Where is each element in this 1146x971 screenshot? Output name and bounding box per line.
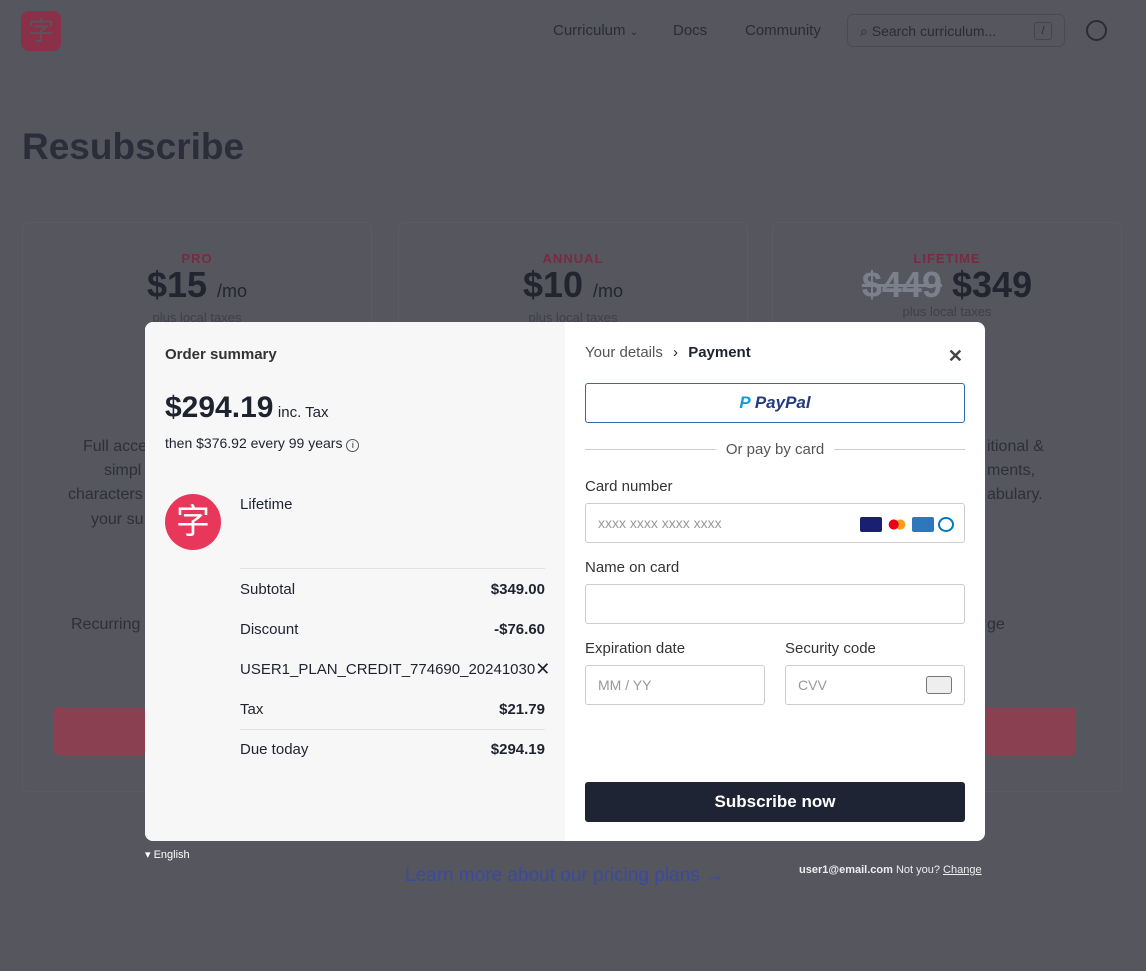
not-you-text: Not you? (895, 864, 940, 876)
language-label: English (153, 849, 190, 861)
cvv-input[interactable]: CVV (785, 665, 965, 705)
paypal-button[interactable]: P PayPal (585, 383, 965, 423)
subtotal-row: Subtotal $349.00 (240, 569, 545, 609)
diners-icon (938, 516, 954, 532)
paypal-icon: P (739, 393, 751, 412)
amex-icon (912, 516, 934, 532)
page-title: Resubscribe (22, 126, 245, 167)
checkout-modal: Order summary $294.19 inc. Tax then $376… (145, 322, 985, 841)
choose-plan-button (985, 707, 1076, 755)
learn-more-link[interactable]: Learn more about our pricing plans → (405, 865, 724, 887)
breadcrumb-payment: Payment (688, 344, 751, 361)
plan-unit: /mo (217, 281, 248, 301)
visa-icon (860, 516, 882, 532)
due-today-row: Due today $294.19 (240, 729, 545, 769)
feature-text: ments, (987, 462, 1036, 479)
subscribe-now-button[interactable]: Subscribe now (585, 782, 965, 822)
nav-label: Curriculum (553, 22, 626, 39)
divider: Or pay by card (585, 441, 965, 458)
search-icon: ⌕ (860, 23, 868, 39)
search-placeholder: Search curriculum... (871, 23, 997, 39)
row-label: Subtotal (240, 580, 296, 598)
coupon-code: USER1_PLAN_CREDIT_774690_20241030 (240, 660, 536, 678)
breadcrumb: Your details › Payment (585, 344, 751, 361)
card-number-input[interactable]: xxxx xxxx xxxx xxxx (585, 503, 965, 543)
total-price: $294.19 (165, 391, 274, 424)
remove-coupon-icon[interactable]: ✕ (535, 659, 550, 680)
tax-row: Tax $21.79 (240, 689, 545, 729)
change-link[interactable]: Change (943, 864, 982, 876)
info-icon[interactable]: i (346, 439, 360, 452)
feature-text: your su (91, 511, 144, 528)
row-value: $21.79 (499, 700, 545, 718)
shortcut-key: / (1034, 22, 1052, 40)
row-label: Discount (240, 620, 299, 638)
product-logo: 字 (165, 494, 221, 550)
choose-plan-button (54, 707, 145, 755)
name-on-card-input[interactable] (585, 584, 965, 624)
feature-text: Recurring (71, 616, 141, 633)
inc-tax: inc. Tax (277, 404, 329, 421)
old-price: $449 (861, 264, 942, 305)
product-name: Lifetime (240, 496, 293, 513)
plan-price: $15 (146, 264, 208, 305)
search-input[interactable]: ⌕ Search curriculum... / (847, 14, 1065, 47)
close-icon[interactable]: ✕ (948, 346, 963, 367)
feature-text: characters (68, 486, 143, 503)
breadcrumb-your-details[interactable]: Your details (585, 344, 663, 361)
row-value: -$76.60 (494, 620, 545, 638)
plan-price: $349 (952, 264, 1033, 305)
logo[interactable]: 字 (21, 11, 61, 51)
order-summary-title: Order summary (165, 346, 277, 363)
nav-docs[interactable]: Docs (673, 22, 707, 39)
row-value: $349.00 (490, 580, 545, 598)
feature-text: simpl (104, 462, 142, 479)
security-code-label: Security code (785, 640, 876, 657)
placeholder: CVV (798, 677, 827, 693)
expiration-input[interactable]: MM / YY (585, 665, 765, 705)
payment-panel: Your details › Payment ✕ P PayPal Or pay… (565, 322, 985, 841)
nav-curriculum[interactable]: Curriculum ⌄ (553, 22, 638, 39)
row-label: Tax (240, 700, 264, 718)
user-account-icon[interactable] (1086, 20, 1107, 41)
feature-text: itional & (987, 438, 1044, 455)
feature-text: abulary. (987, 486, 1043, 503)
plan-note: plus local taxes (902, 304, 992, 319)
language-selector[interactable]: ▾ English (145, 848, 190, 861)
card-number-label: Card number (585, 478, 673, 495)
coupon-row: USER1_PLAN_CREDIT_774690_20241030 ✕ (240, 649, 550, 689)
user-email: user1@email.com (799, 864, 893, 876)
recurring-text: then $376.92 every 99 years (165, 435, 343, 451)
row-label: Due today (240, 741, 309, 758)
name-on-card-label: Name on card (585, 559, 680, 576)
placeholder: xxxx xxxx xxxx xxxx (598, 515, 722, 531)
discount-row: Discount -$76.60 (240, 609, 545, 649)
order-summary: Order summary $294.19 inc. Tax then $376… (145, 322, 565, 841)
mastercard-icon (886, 516, 908, 532)
divider-label: Or pay by card (725, 441, 825, 458)
cvv-card-icon (926, 676, 952, 694)
paypal-label: PayPal (754, 393, 811, 412)
feature-text: ge (987, 616, 1005, 633)
plan-unit: /mo (593, 281, 624, 301)
row-value: $294.19 (490, 741, 545, 758)
expiration-label: Expiration date (585, 640, 686, 657)
chevron-down-icon: ⌄ (629, 27, 639, 38)
nav-community[interactable]: Community (745, 22, 821, 39)
plan-price: $10 (522, 264, 584, 305)
feature-text: Full acce (83, 438, 148, 455)
